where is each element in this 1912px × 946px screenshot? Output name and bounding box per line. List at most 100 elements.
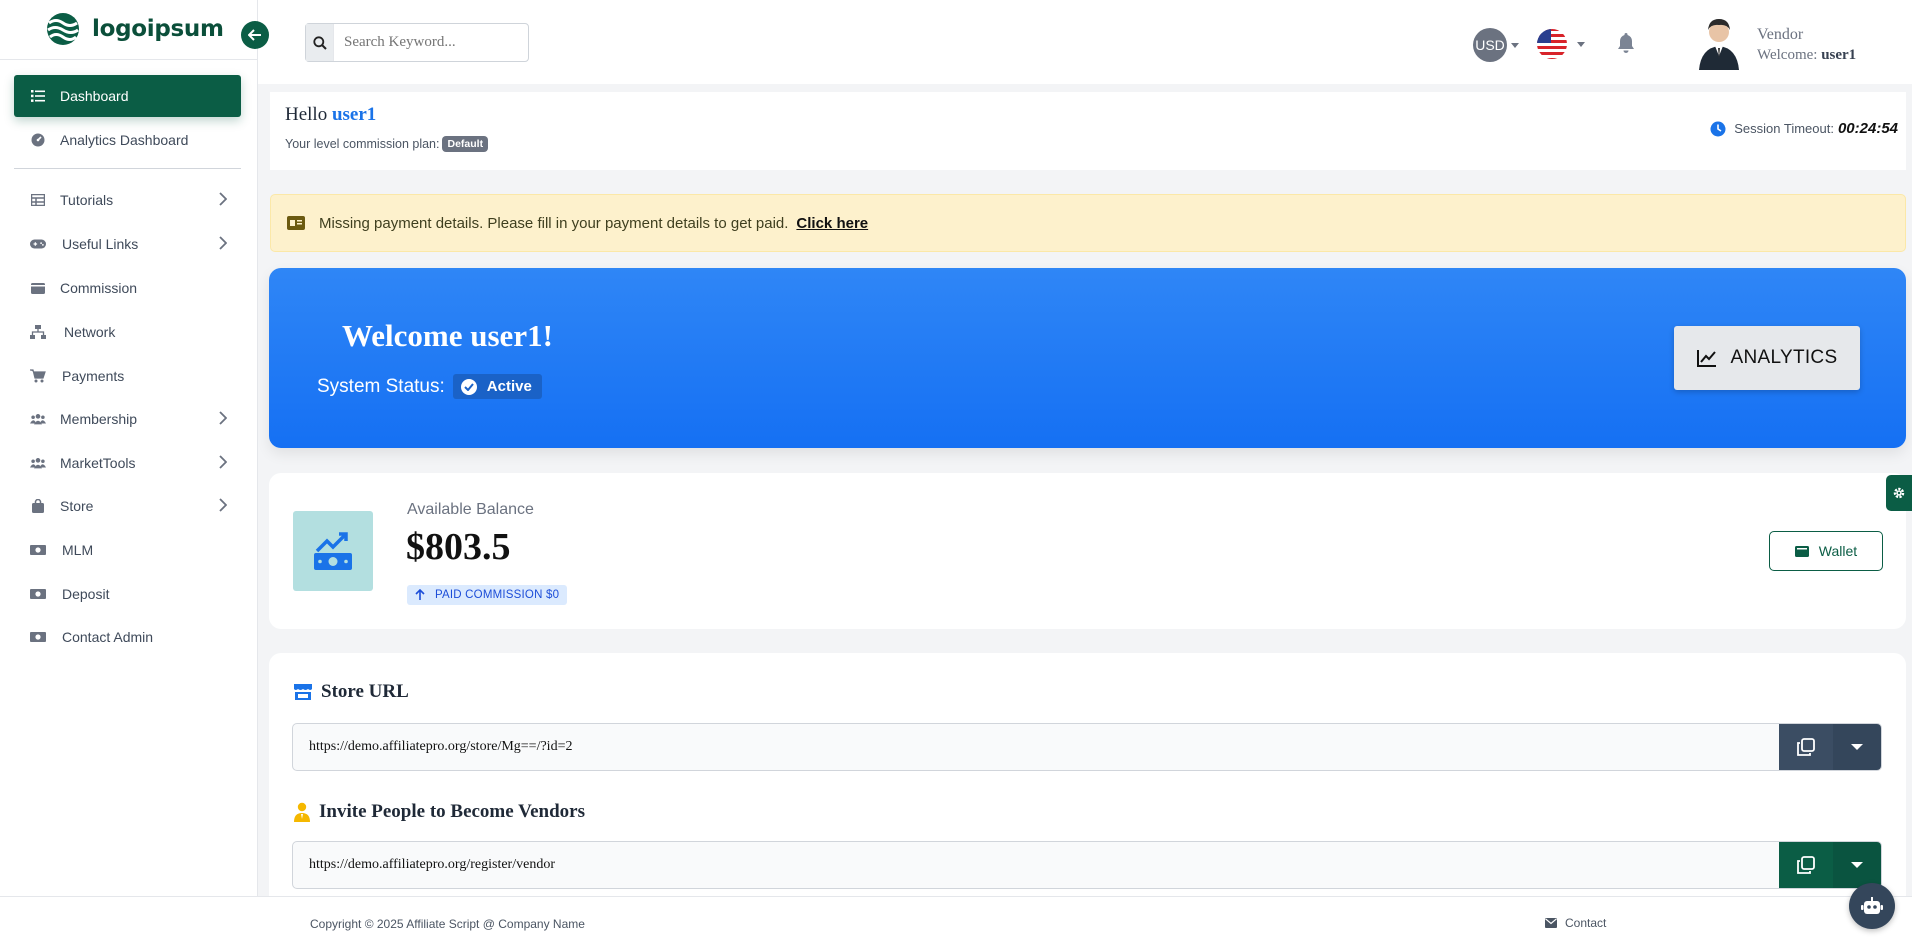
check-circle-icon — [460, 378, 477, 395]
sidebar-item-label: MarketTools — [60, 455, 136, 471]
session-timeout: Session Timeout: 00:24:54 — [1710, 120, 1898, 137]
invite-url-input[interactable] — [293, 842, 1779, 888]
sidebar-item-label: Contact Admin — [62, 629, 154, 645]
store-icon — [293, 683, 313, 701]
sidebar-item-contact-admin[interactable]: Contact Admin — [14, 616, 241, 658]
sidebar-item-markettools[interactable]: MarketTools — [14, 442, 241, 484]
paid-commission-badge: PAID COMMISSION $0 — [407, 585, 568, 605]
alert-message: Missing payment details. Please fill in … — [319, 214, 789, 232]
sidebar-item-dashboard[interactable]: Dashboard — [14, 75, 241, 117]
copy-invite-url-button[interactable] — [1779, 842, 1833, 888]
user-welcome: Welcome: user1 — [1757, 47, 1856, 64]
wallet-button[interactable]: Wallet — [1769, 531, 1883, 571]
invite-url-dropdown-button[interactable] — [1833, 842, 1881, 888]
currency-dropdown[interactable]: USD — [1473, 28, 1519, 62]
sidebar-item-membership[interactable]: Membership — [14, 398, 241, 440]
users-icon — [30, 411, 46, 427]
sidebar-item-tutorials[interactable]: Tutorials — [14, 179, 241, 221]
table-icon — [30, 192, 46, 208]
sidebar-item-label: Payments — [62, 368, 125, 384]
clock-icon — [1710, 121, 1726, 136]
sidebar-item-commission[interactable]: Commission — [14, 267, 241, 309]
sitemap-icon — [30, 324, 46, 340]
arrow-left-icon — [248, 29, 261, 41]
greeting-text: Hello — [285, 104, 328, 125]
chevron-right-icon — [219, 411, 228, 428]
session-timer: 00:24:54 — [1837, 120, 1898, 137]
money-growth-icon — [293, 511, 373, 591]
sidebar-item-label: Store — [60, 498, 94, 514]
search-input[interactable] — [334, 34, 514, 51]
sidebar-item-label: Deposit — [62, 586, 110, 602]
wallet-icon — [1794, 545, 1809, 557]
sidebar-item-label: Network — [64, 324, 116, 340]
analytics-button[interactable]: ANALYTICS — [1674, 326, 1860, 390]
status-badge: Active — [452, 374, 542, 399]
users-icon — [30, 455, 46, 471]
brand-logo[interactable]: logoipsum — [42, 12, 224, 46]
payment-details-alert: Missing payment details. Please fill in … — [270, 194, 1906, 252]
copy-store-url-button[interactable] — [1779, 724, 1833, 770]
avatar[interactable] — [1691, 14, 1747, 70]
logo-waves-icon — [47, 13, 79, 45]
hello-card: Hello user1 Your level commission plan: … — [270, 92, 1906, 170]
sidebar-divider — [14, 168, 241, 169]
footer: Copyright © 2025 Affiliate Script @ Comp… — [0, 896, 1912, 946]
greeting-username[interactable]: user1 — [332, 104, 376, 125]
sidebar-item-label: Useful Links — [62, 236, 139, 252]
system-status: System Status: Active — [317, 374, 542, 399]
plan-label: Your level commission plan: — [285, 137, 440, 151]
plan-badge: Default — [442, 136, 489, 152]
id-card-icon — [287, 216, 305, 230]
sidebar-item-mlm[interactable]: MLM — [14, 529, 241, 571]
sidebar-item-network[interactable]: Network — [14, 311, 241, 353]
sidebar-collapse-button[interactable] — [241, 21, 269, 49]
search-box — [305, 23, 529, 62]
caret-down-icon — [1577, 41, 1585, 47]
sidebar-item-label: Dashboard — [60, 88, 129, 104]
invite-vendors-title: Invite People to Become Vendors — [293, 801, 585, 823]
sidebar: logoipsum Dashboard Analytics Dashboard … — [0, 0, 258, 946]
section-title-text: Store URL — [321, 681, 409, 702]
balance-value: $803.5 — [406, 526, 511, 568]
analytics-button-label: ANALYTICS — [1730, 347, 1838, 368]
sidebar-item-label: Tutorials — [60, 192, 114, 208]
brand-name: logoipsum — [92, 16, 224, 42]
sidebar-item-store[interactable]: Store — [14, 485, 241, 527]
payment-details-link[interactable]: Click here — [796, 215, 868, 232]
chevron-right-icon — [219, 236, 228, 253]
copy-icon — [1797, 738, 1815, 756]
footer-contact-link[interactable]: Contact — [1545, 916, 1606, 930]
money-icon — [30, 629, 46, 645]
sidebar-item-label: MLM — [62, 542, 94, 558]
settings-gear-tab[interactable] — [1886, 475, 1912, 511]
store-url-field — [292, 723, 1882, 771]
sidebar-item-analytics-dashboard[interactable]: Analytics Dashboard — [14, 119, 241, 161]
notifications-bell-icon[interactable] — [1616, 32, 1636, 59]
caret-down-icon — [1511, 42, 1519, 48]
paid-commission-text: PAID COMMISSION $0 — [435, 589, 560, 601]
wallet-icon — [30, 280, 46, 296]
currency-label: USD — [1473, 28, 1507, 62]
line-chart-icon — [1696, 349, 1717, 367]
welcome-title: Welcome user1! — [342, 318, 553, 353]
session-label: Session Timeout: — [1734, 121, 1834, 136]
commission-plan: Your level commission plan: Default — [285, 136, 489, 152]
chevron-right-icon — [219, 498, 228, 515]
footer-copyright: Copyright © 2025 Affiliate Script @ Comp… — [310, 917, 585, 931]
language-dropdown[interactable] — [1536, 28, 1585, 60]
money-icon — [30, 542, 46, 558]
search-icon[interactable] — [306, 24, 334, 61]
list-icon — [30, 88, 46, 104]
bag-icon — [30, 498, 46, 514]
sidebar-item-useful-links[interactable]: Useful Links — [14, 223, 241, 265]
store-url-dropdown-button[interactable] — [1833, 724, 1881, 770]
chatbot-button[interactable] — [1849, 883, 1895, 929]
store-url-input[interactable] — [293, 724, 1779, 770]
gear-icon — [1893, 487, 1905, 499]
caret-down-icon — [1851, 744, 1863, 750]
sidebar-item-payments[interactable]: Payments — [14, 355, 241, 397]
balance-card: Available Balance $803.5 PAID COMMISSION… — [269, 473, 1906, 629]
topbar: USD Vendor — [258, 0, 1912, 84]
sidebar-item-deposit[interactable]: Deposit — [14, 573, 241, 615]
